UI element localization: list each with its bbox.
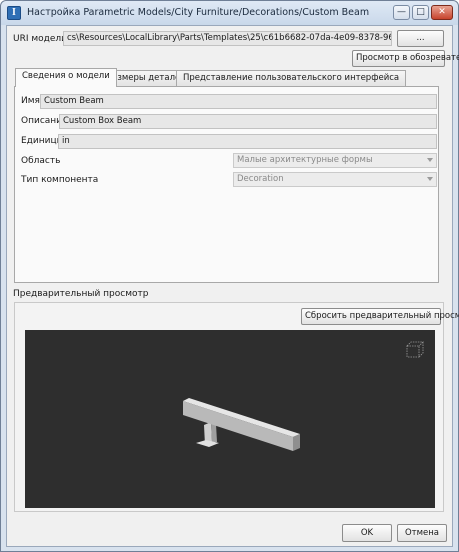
description-field[interactable]: Custom Box Beam [59, 114, 437, 129]
dialog-window: I Настройка Parametric Models/City Furni… [0, 0, 459, 552]
component-type-select-value: Decoration [237, 174, 284, 184]
area-select-value: Малые архитектурные формы [237, 155, 373, 165]
window-title: Настройка Parametric Models/City Furnitu… [27, 7, 370, 18]
area-select[interactable]: Малые архитектурные формы [233, 153, 437, 168]
area-label: Область [21, 156, 61, 166]
view-in-browser-button[interactable]: Просмотр в обозревателе [352, 50, 459, 67]
tab-ui-representation[interactable]: Представление пользовательского интерфей… [176, 70, 407, 86]
units-field[interactable]: in [58, 134, 437, 149]
uri-field[interactable]: cs\Resources\LocalLibrary\Parts\Template… [63, 31, 392, 46]
name-label: Имя [21, 96, 40, 106]
close-button[interactable]: ✕ [431, 5, 453, 20]
title-bar[interactable]: I Настройка Parametric Models/City Furni… [1, 1, 458, 25]
dialog-client-area: URI модели: cs\Resources\LocalLibrary\Pa… [6, 25, 459, 547]
minimize-button[interactable]: — [393, 5, 410, 20]
chevron-down-icon [427, 177, 433, 181]
uri-label: URI модели: [13, 34, 71, 44]
preview-frame: Сбросить предварительный просмотр [14, 302, 459, 512]
app-icon: I [7, 6, 21, 20]
maximize-button[interactable]: □ [412, 5, 429, 20]
reset-preview-button[interactable]: Сбросить предварительный просмотр [301, 308, 459, 325]
ok-button[interactable]: OK [342, 524, 392, 542]
browse-button[interactable]: ... [397, 30, 444, 47]
beam-preview-render [183, 341, 424, 451]
tab-model-info[interactable]: Сведения о модели [15, 68, 117, 87]
viewcube-icon[interactable] [406, 341, 424, 358]
name-field[interactable]: Custom Beam [40, 94, 437, 109]
preview-viewport[interactable] [25, 330, 435, 508]
chevron-down-icon [427, 158, 433, 162]
preview-section-label: Предварительный просмотр [13, 289, 149, 299]
model-info-panel: Имя Custom Beam Описание Custom Box Beam… [14, 86, 439, 283]
component-type-select[interactable]: Decoration [233, 172, 437, 187]
cancel-button[interactable]: Отмена [397, 524, 447, 542]
component-type-label: Тип компонента [21, 175, 99, 185]
